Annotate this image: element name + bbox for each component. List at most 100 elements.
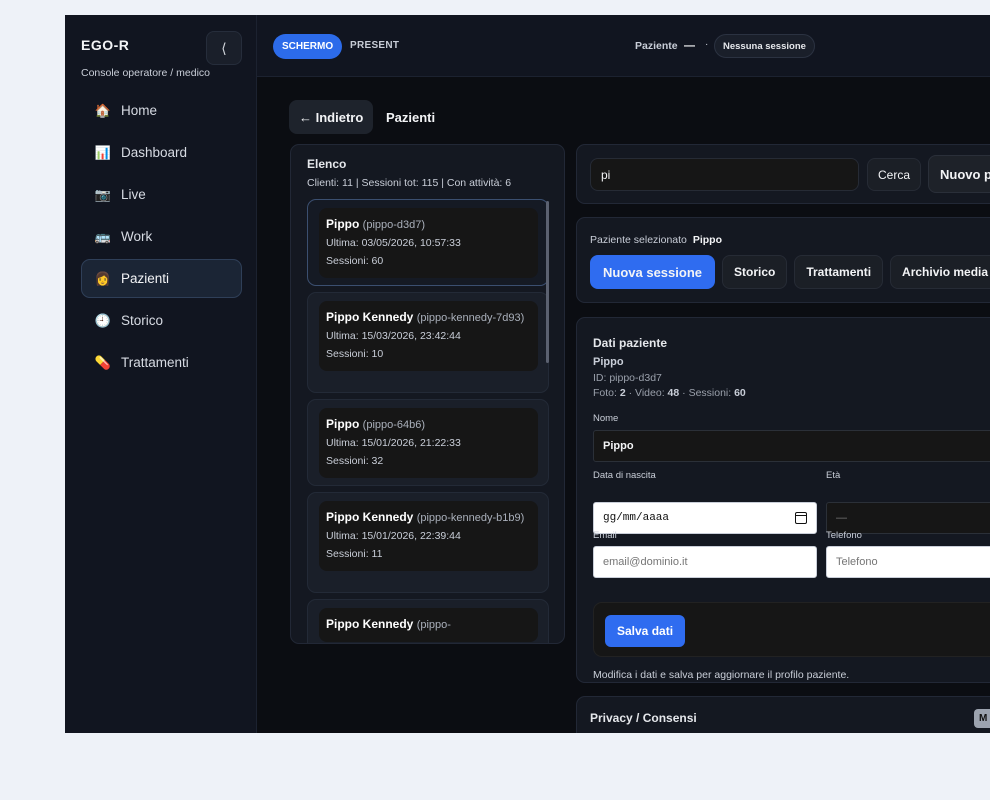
patient-list-panel: Elenco Clienti: 11 | Sessioni tot: 115 |… [290, 144, 565, 644]
brand-subtitle: Console operatore / medico [81, 67, 210, 79]
sidebar-nav: 🏠 Home 📊 Dashboard 📷 Live 🚌 Work 👩 Pazie… [81, 91, 242, 385]
patient-name-line: Pippo (pippo-d3d7) [326, 216, 531, 234]
patient-card[interactable]: Pippo Kennedy (pippo-kennedy-b1b9) Ultim… [307, 492, 549, 593]
photo-label: Foto: [593, 387, 620, 399]
birthdate-label: Data di nascita [593, 470, 656, 481]
sidebar-item-work[interactable]: 🚌 Work [81, 217, 242, 256]
selected-patient-panel: Paziente selezionato Pippo Nuova session… [576, 217, 990, 303]
app-window: EGO-R Console operatore / medico ⟨ 🏠 Hom… [65, 15, 990, 733]
birthdate-value: gg/mm/aaaa [603, 512, 670, 524]
list-scrollbar[interactable] [546, 201, 549, 363]
list-title: Elenco [307, 157, 347, 171]
patient-media-stats: Foto: 2 · Video: 48 · Sessioni: 60 [593, 387, 746, 399]
patient-actions: Nuova sessione Storico Trattamenti Archi… [590, 255, 990, 289]
patient-last-visit: Ultima: 15/03/2026, 23:42:44 [326, 330, 461, 342]
sidebar-item-storico[interactable]: 🕘 Storico [81, 301, 242, 340]
patient-card-body: Pippo Kennedy (pippo- [319, 608, 538, 642]
mode-screen-toggle[interactable]: SCHERMO [273, 34, 343, 59]
patient-card[interactable]: Pippo (pippo-64b6) Ultima: 15/01/2026, 2… [307, 399, 549, 486]
patient-name-line: Pippo Kennedy (pippo-kennedy-7d93) [326, 309, 531, 327]
patient-session-count: Sessioni: 60 [326, 255, 384, 267]
sidebar-item-label: Storico [121, 313, 164, 328]
treatments-button[interactable]: Trattamenti [794, 255, 884, 289]
camera-icon: 📷 [94, 186, 112, 202]
patient-id: (pippo-d3d7) [362, 219, 426, 231]
email-label: Email [593, 530, 617, 541]
patient-last-visit: Ultima: 15/01/2026, 21:22:33 [326, 437, 461, 449]
privacy-badge[interactable]: M [974, 709, 990, 728]
sidebar-item-label: Pazienti [121, 271, 170, 286]
new-session-button[interactable]: Nuova sessione [590, 255, 715, 289]
patient-icon: 👩 [94, 270, 112, 286]
save-box: Salva dati [593, 602, 990, 657]
patient-list: Pippo (pippo-d3d7) Ultima: 03/05/2026, 1… [307, 199, 550, 643]
save-button[interactable]: Salva dati [605, 615, 686, 647]
patient-data-panel: Dati paziente Pippo ID: pippo-d3d7 Foto:… [576, 317, 990, 683]
new-patient-button[interactable]: Nuovo p [928, 155, 990, 193]
patient-name-line: Pippo Kennedy (pippo-kennedy-b1b9) [326, 509, 531, 527]
patient-last-visit: Ultima: 15/01/2026, 22:39:44 [326, 530, 461, 542]
birthdate-field[interactable]: gg/mm/aaaa [593, 502, 817, 534]
patient-session-count: Sessioni: 10 [326, 348, 384, 360]
sidebar-item-live[interactable]: 📷 Live [81, 175, 242, 214]
sidebar-item-trattamenti[interactable]: 💊 Trattamenti [81, 343, 242, 382]
list-stats: Clienti: 11 | Sessioni tot: 115 | Con at… [307, 177, 512, 189]
sidebar-item-label: Work [121, 229, 153, 244]
calendar-icon[interactable] [795, 512, 807, 524]
sidebar: EGO-R Console operatore / medico ⟨ 🏠 Hom… [65, 15, 257, 733]
patient-session-count: Sessioni: 32 [326, 455, 384, 467]
phone-field[interactable] [826, 546, 990, 578]
video-label: · Video: [625, 387, 668, 399]
phone-label: Telefono [826, 530, 862, 541]
mode-present-toggle[interactable]: PRESENT [350, 40, 399, 51]
patient-data-title: Dati paziente [593, 336, 668, 350]
name-field[interactable] [593, 430, 990, 462]
page-title: Pazienti [386, 110, 436, 125]
sidebar-item-label: Dashboard [121, 145, 188, 160]
patient-id: (pippo- [416, 619, 451, 631]
patient-card-body: Pippo (pippo-64b6) Ultima: 15/01/2026, 2… [319, 408, 538, 478]
patient-card-body: Pippo Kennedy (pippo-kennedy-b1b9) Ultim… [319, 501, 538, 571]
video-count: 48 [667, 387, 680, 399]
home-icon: 🏠 [94, 102, 112, 118]
sidebar-item-home[interactable]: 🏠 Home [81, 91, 242, 130]
sidebar-item-dashboard[interactable]: 📊 Dashboard [81, 133, 242, 172]
sidebar-item-label: Live [121, 187, 146, 202]
patient-card[interactable]: Pippo (pippo-d3d7) Ultima: 03/05/2026, 1… [307, 199, 549, 286]
save-hint: Modifica i dati e salva per aggiornare i… [593, 669, 850, 681]
search-button[interactable]: Cerca [867, 158, 921, 191]
session-status-badge: Nessuna sessione [714, 34, 815, 58]
sessions-label: · Sessioni: [679, 387, 735, 399]
sessions-count: 60 [734, 387, 746, 399]
topbar: SCHERMO PRESENT Paziente — · Nessuna ses… [257, 15, 990, 77]
patient-name-line: Pippo (pippo-64b6) [326, 416, 531, 434]
patient-id: (pippo-kennedy-b1b9) [416, 512, 525, 524]
patient-name: Pippo Kennedy [326, 510, 414, 524]
patient-card[interactable]: Pippo Kennedy (pippo-kennedy-7d93) Ultim… [307, 292, 549, 393]
patient-name: Pippo [326, 417, 360, 431]
patient-data-name: Pippo [593, 356, 624, 368]
collapse-sidebar-button[interactable]: ⟨ [206, 31, 242, 65]
search-input[interactable] [590, 158, 859, 191]
sidebar-item-pazienti[interactable]: 👩 Pazienti [81, 259, 242, 298]
chart-icon: 📊 [94, 144, 112, 160]
patient-id: (pippo-kennedy-7d93) [416, 312, 525, 324]
history-button[interactable]: Storico [722, 255, 788, 289]
privacy-title: Privacy / Consensi [590, 711, 697, 725]
selected-patient-label: Paziente selezionato Pippo [590, 234, 722, 246]
patient-last-visit: Ultima: 03/05/2026, 10:57:33 [326, 237, 461, 249]
email-field[interactable] [593, 546, 817, 578]
bus-icon: 🚌 [94, 228, 112, 244]
media-archive-button[interactable]: Archivio media [890, 255, 990, 289]
patient-card-body: Pippo Kennedy (pippo-kennedy-7d93) Ultim… [319, 301, 538, 371]
patient-name: Pippo [326, 217, 360, 231]
selected-label-text: Paziente selezionato [590, 234, 687, 246]
privacy-panel: Privacy / Consensi M [576, 696, 990, 733]
patient-card[interactable]: Pippo Kennedy (pippo- [307, 599, 549, 643]
patient-name-line: Pippo Kennedy (pippo- [326, 616, 531, 634]
sidebar-item-label: Trattamenti [121, 355, 189, 370]
selected-patient-name: Pippo [692, 234, 722, 246]
back-button[interactable]: ← Indietro [289, 100, 374, 134]
patient-session-count: Sessioni: 11 [326, 548, 383, 560]
patient-id: (pippo-64b6) [362, 419, 426, 431]
